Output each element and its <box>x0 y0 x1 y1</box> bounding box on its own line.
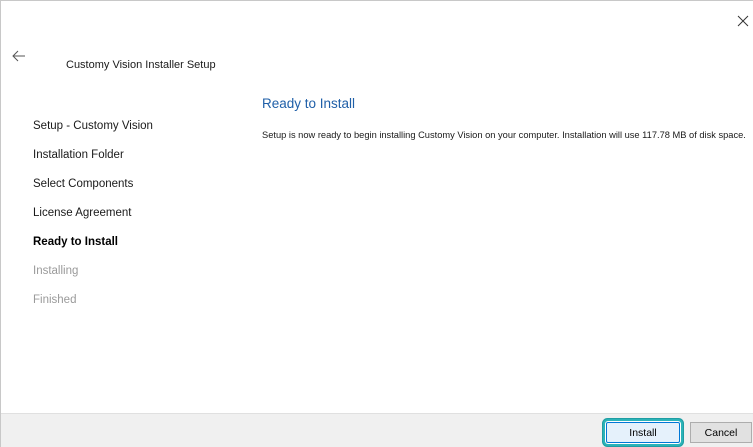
step-setup: Setup - Customy Vision <box>33 120 153 132</box>
window-title: Customy Vision Installer Setup <box>66 59 216 71</box>
step-installation-folder: Installation Folder <box>33 149 124 161</box>
install-button[interactable]: Install <box>606 422 680 443</box>
step-ready-to-install: Ready to Install <box>33 236 118 248</box>
step-license-agreement: License Agreement <box>33 207 132 219</box>
step-installing: Installing <box>33 265 79 277</box>
installer-window: Customy Vision Installer Setup Setup - C… <box>0 0 753 447</box>
steps-list: Setup - Customy Vision Installation Fold… <box>33 119 153 322</box>
back-button[interactable] <box>12 50 28 66</box>
close-icon <box>737 15 749 27</box>
close-button[interactable] <box>737 15 753 31</box>
step-finished: Finished <box>33 294 77 306</box>
step-select-components: Select Components <box>33 178 134 190</box>
page-description: Setup is now ready to begin installing C… <box>262 130 746 140</box>
footer-bar: Install Cancel <box>1 413 753 447</box>
cancel-button[interactable]: Cancel <box>690 422 752 443</box>
page-heading: Ready to Install <box>262 96 356 111</box>
arrow-left-icon <box>12 50 25 62</box>
